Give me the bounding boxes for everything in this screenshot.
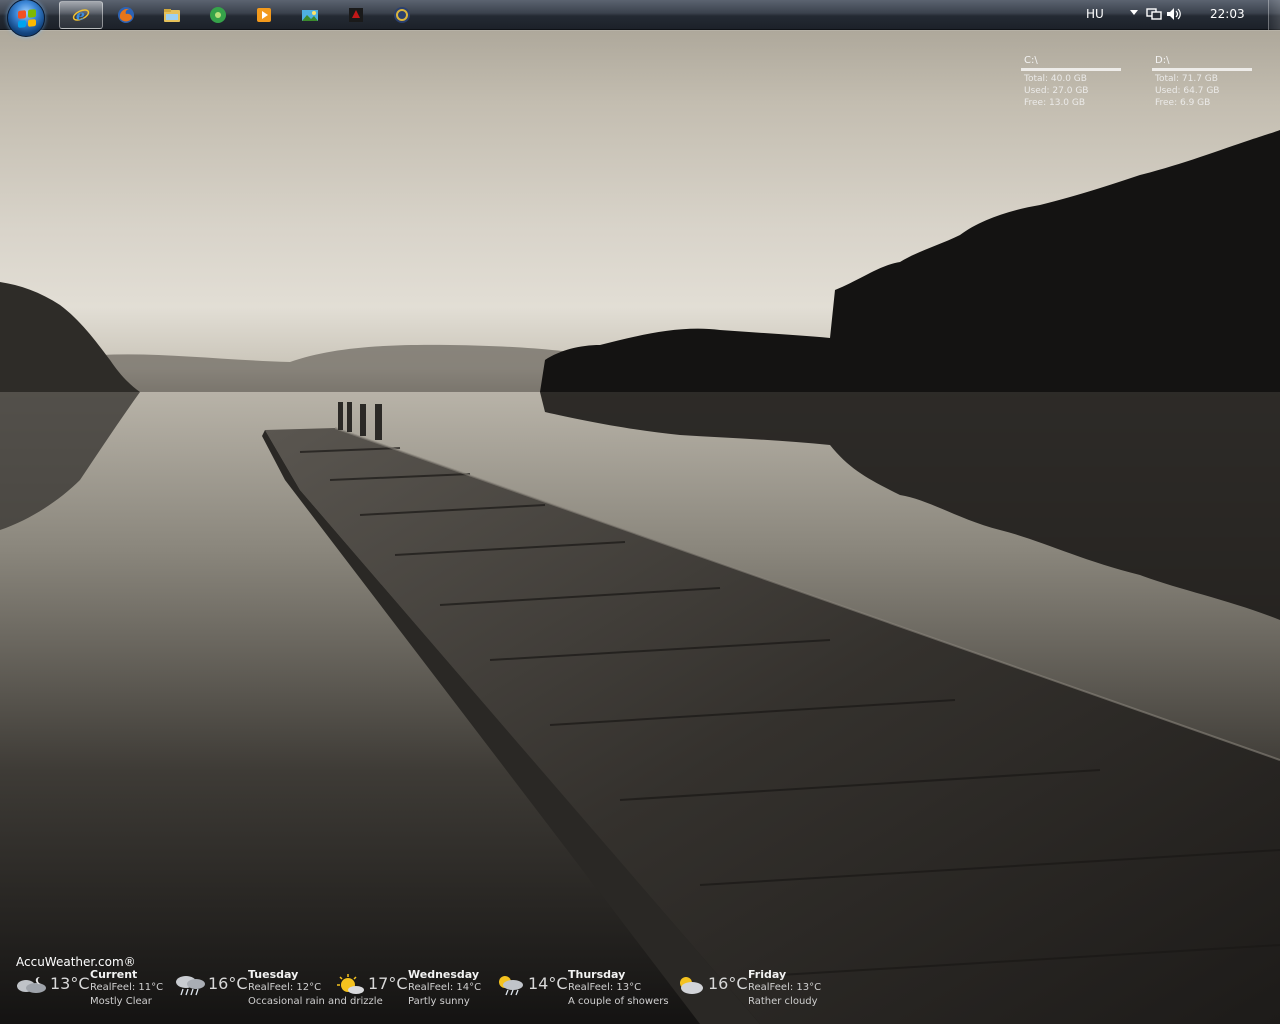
weather-temp: 13°C xyxy=(50,974,90,993)
weather-temp: 16°C xyxy=(708,974,748,993)
media-center-icon xyxy=(210,7,226,23)
drive-total: Total: 40.0 GB xyxy=(1024,74,1087,84)
weather-realfeel: RealFeel: 13°C xyxy=(748,982,822,993)
photo-gallery-icon xyxy=(302,10,318,21)
weather-day-name: Thursday xyxy=(568,968,626,981)
desktop-wallpaper xyxy=(0,0,1280,1024)
weather-day-name: Wednesday xyxy=(408,968,480,981)
weather-day-name: Current xyxy=(90,968,138,981)
drive-used: Used: 27.0 GB xyxy=(1024,86,1089,96)
taskbar-red-app-button[interactable] xyxy=(334,1,378,29)
weather-desc: Mostly Clear xyxy=(90,996,152,1007)
drive-title: C:\ xyxy=(1024,55,1038,66)
windows-explorer-icon xyxy=(164,9,180,22)
start-button[interactable] xyxy=(7,0,45,37)
system-tray: HU 22:03 xyxy=(1080,0,1280,30)
sun-cloud-icon xyxy=(680,977,703,994)
drive-total: Total: 71.7 GB xyxy=(1155,74,1218,84)
weather-temp: 16°C xyxy=(208,974,248,993)
weather-day-name: Tuesday xyxy=(248,968,299,981)
drive-usage-bar xyxy=(1152,68,1252,71)
partly-sunny-icon xyxy=(337,974,364,994)
weather-desc: Occasional rain and drizzle xyxy=(248,996,383,1007)
lake-pier-photo xyxy=(0,130,1280,1024)
drive-title: D:\ xyxy=(1155,55,1170,66)
weather-desc: Rather cloudy xyxy=(748,996,818,1007)
windows-logo-icon xyxy=(18,9,36,28)
language-indicator[interactable]: HU xyxy=(1086,7,1104,21)
taskbar-explorer-button[interactable] xyxy=(150,1,194,29)
show-desktop-button[interactable] xyxy=(1268,0,1280,30)
taskbar-media-center-button[interactable] xyxy=(196,1,240,29)
weather-temp: 17°C xyxy=(368,974,408,993)
taskbar-gold-app-button[interactable] xyxy=(380,1,424,29)
sun-shower-icon xyxy=(499,976,523,996)
taskbar-clock[interactable]: 22:03 xyxy=(1210,7,1245,21)
weather-realfeel: RealFeel: 12°C xyxy=(248,982,322,993)
media-player-icon xyxy=(257,8,271,22)
weather-gadget: AccuWeather.com® 13°C Current RealFeel: … xyxy=(0,950,860,1016)
taskbar: e HU 22:03 xyxy=(0,0,1280,37)
weather-realfeel: RealFeel: 14°C xyxy=(408,982,482,993)
firefox-icon xyxy=(118,7,134,23)
weather-realfeel: RealFeel: 13°C xyxy=(568,982,642,993)
drive-used: Used: 64.7 GB xyxy=(1155,86,1220,96)
show-hidden-icons-arrow-icon[interactable] xyxy=(1130,10,1138,15)
drive-gadget-c: C:\ Total: 40.0 GB Used: 27.0 GB Free: 1… xyxy=(1021,55,1121,109)
red-app-icon xyxy=(349,8,363,22)
moon-cloud-icon xyxy=(17,977,46,993)
drive-free: Free: 6.9 GB xyxy=(1155,98,1211,108)
taskbar-media-player-button[interactable] xyxy=(242,1,286,29)
weather-realfeel: RealFeel: 11°C xyxy=(90,982,164,993)
rain-cloud-icon xyxy=(176,976,205,996)
weather-brand[interactable]: AccuWeather.com® xyxy=(16,955,136,969)
weather-day-name: Friday xyxy=(748,968,787,981)
drive-free: Free: 13.0 GB xyxy=(1024,98,1086,108)
weather-desc: Partly sunny xyxy=(408,996,470,1007)
taskbar-firefox-button[interactable] xyxy=(104,1,148,29)
weather-temp: 14°C xyxy=(528,974,568,993)
internet-explorer-icon: e xyxy=(72,8,90,24)
gold-app-icon xyxy=(394,7,410,23)
network-icon[interactable] xyxy=(1146,7,1162,21)
weather-desc: A couple of showers xyxy=(568,996,669,1007)
taskbar-photo-gallery-button[interactable] xyxy=(288,1,332,29)
drive-gadget-d: D:\ Total: 71.7 GB Used: 64.7 GB Free: 6… xyxy=(1152,55,1252,109)
volume-icon[interactable] xyxy=(1166,7,1182,21)
drive-usage-bar xyxy=(1021,68,1121,71)
svg-text:e: e xyxy=(76,8,85,24)
taskbar-ie-button[interactable]: e xyxy=(59,1,103,29)
